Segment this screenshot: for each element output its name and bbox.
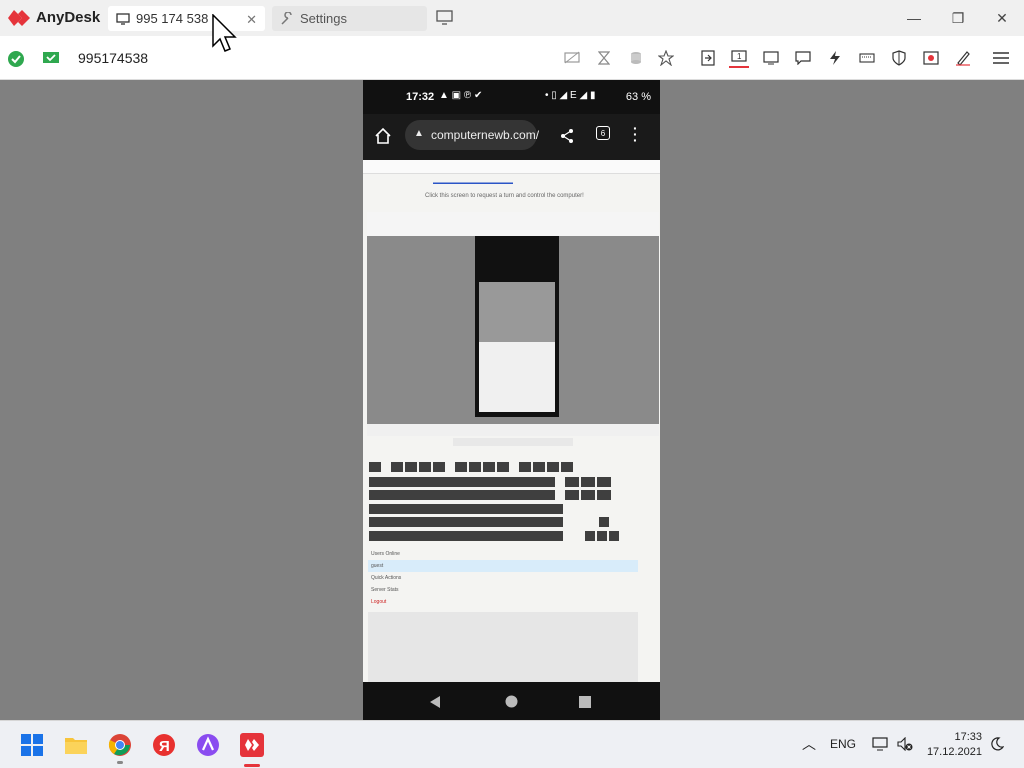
clock-time: 17:33 (954, 731, 982, 743)
svg-text:1: 1 (737, 52, 742, 61)
chat-panel (368, 612, 638, 682)
sponsor-line: ▬▬▬▬▬▬▬▬▬▬▬▬▬▬▬▬ (433, 180, 513, 186)
more-menu-icon[interactable]: · · · (633, 121, 638, 147)
home-icon[interactable] (374, 127, 392, 145)
app-name: AnyDesk (36, 9, 101, 26)
nested-toolbar (367, 212, 659, 236)
minimize-button[interactable]: — (902, 8, 926, 28)
tab-label: 995 174 538 (136, 11, 209, 26)
network-disconnected-icon[interactable] (872, 737, 888, 751)
tab-count[interactable]: 6 (596, 126, 610, 140)
alice-assistant-icon[interactable] (196, 733, 220, 757)
monitor-icon (116, 12, 130, 25)
system-clock[interactable]: 17:33 17.12.2021 (927, 730, 982, 760)
anydesk-active-indicator (244, 764, 260, 767)
title-bar: AnyDesk 995 174 538 ✕ Settings — ❐ ✕ (0, 0, 1024, 36)
mouse-cursor-icon (212, 14, 237, 52)
tab-remote-session[interactable]: 995 174 538 ✕ (108, 6, 265, 31)
chrome-icon[interactable] (108, 733, 132, 757)
chat-icon[interactable] (793, 48, 813, 68)
recents-icon[interactable] (579, 696, 591, 708)
status-time: 17:32 (406, 91, 435, 103)
whiteboard-pen-icon[interactable] (953, 48, 973, 68)
restore-button[interactable]: ❐ (946, 8, 970, 28)
connected-check-icon (8, 51, 24, 67)
record-icon[interactable] (921, 48, 941, 68)
home-circle-icon[interactable] (505, 695, 518, 708)
wrench-icon (281, 11, 292, 25)
new-session-icon[interactable] (436, 10, 454, 26)
close-window-button[interactable]: ✕ (990, 8, 1014, 28)
battery-level: 63 % (625, 91, 651, 103)
windows-taskbar: Я ︿ ENG 17:33 17.12.2021 (0, 720, 1024, 768)
menu-item-users[interactable]: Users Online (368, 548, 638, 560)
file-transfer-icon[interactable] (698, 48, 718, 68)
clock-date: 17.12.2021 (926, 746, 982, 758)
site-nav (363, 160, 660, 174)
monitor-select-icon[interactable]: 1 (729, 48, 749, 68)
nested-session-preview (367, 212, 659, 424)
android-nav-bar (363, 682, 660, 720)
file-explorer-icon[interactable] (64, 733, 88, 757)
share-icon[interactable] (559, 128, 575, 144)
windows-start-icon[interactable] (20, 733, 44, 757)
display-icon[interactable] (761, 48, 781, 68)
tray-chevron-up-icon[interactable]: ︿ (802, 734, 816, 754)
tab-label: Settings (300, 11, 347, 26)
hide-screen-icon[interactable] (562, 48, 582, 68)
browser-bar: ▲ computernewb.com/ 6 · · · (363, 114, 660, 160)
menu-item-server-stats[interactable]: Server Stats (368, 584, 638, 596)
android-status-bar: 17:32 ▲ ▣ ℗ ✔ • ▯ ◢ E ◢ ▮ 63 % (363, 80, 660, 114)
speaker-muted-icon[interactable] (897, 737, 913, 751)
database-icon[interactable] (626, 48, 646, 68)
back-icon[interactable] (429, 695, 441, 709)
url-text: computernewb.com/ (431, 128, 540, 142)
address-field[interactable]: 995174538 (78, 50, 148, 66)
nested-phone (475, 236, 559, 417)
signal-icons: • ▯ ◢ E ◢ ▮ (545, 90, 596, 101)
anydesk-taskbar-icon[interactable] (240, 733, 264, 757)
menu-item-logout[interactable]: Logout (368, 596, 638, 608)
web-page-content[interactable]: ▬▬▬▬▬▬▬▬▬▬▬▬▬▬▬▬ Click this screen to re… (363, 160, 660, 682)
actions-lightning-icon[interactable] (825, 48, 845, 68)
menu-item-quick-actions[interactable]: Quick Actions (368, 572, 638, 584)
chrome-running-indicator (117, 761, 123, 764)
notification-icons: ▲ ▣ ℗ ✔ (439, 90, 483, 101)
nested-taskbar (367, 424, 659, 436)
language-indicator[interactable]: ENG (830, 737, 856, 751)
menu-item-guest[interactable]: guest (368, 560, 638, 572)
remote-desk-check-icon (43, 52, 59, 63)
session-toolbar: 995174538 1 (0, 36, 1024, 80)
hourglass-icon[interactable] (594, 48, 614, 68)
star-icon[interactable] (656, 48, 676, 68)
keyboard-icon[interactable] (857, 48, 877, 68)
remote-screen[interactable]: 17:32 ▲ ▣ ℗ ✔ • ▯ ◢ E ◢ ▮ 63 % ▲ compute… (363, 80, 660, 720)
keyboard-tabs (453, 438, 573, 446)
close-tab-icon[interactable]: ✕ (246, 12, 257, 28)
turn-hint: Click this screen to request a turn and … (425, 193, 584, 199)
menu-icon[interactable] (991, 48, 1011, 68)
anydesk-logo-icon (8, 10, 30, 26)
permissions-shield-icon[interactable] (889, 48, 909, 68)
tab-settings[interactable]: Settings (272, 6, 427, 31)
focus-moon-icon[interactable] (990, 737, 1004, 751)
yandex-browser-icon[interactable]: Я (152, 733, 176, 757)
svg-text:Я: Я (159, 738, 170, 755)
warning-icon: ▲ (414, 128, 424, 139)
url-field[interactable]: ▲ computernewb.com/ (405, 120, 540, 150)
